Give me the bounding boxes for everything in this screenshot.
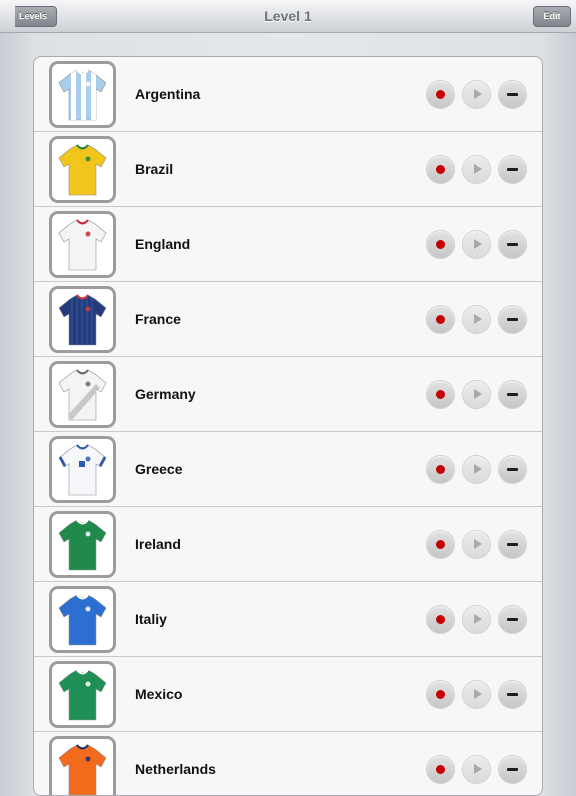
play-icon	[474, 164, 482, 174]
play-button[interactable]	[463, 156, 490, 183]
record-button[interactable]	[427, 531, 454, 558]
mexico-jersey-icon	[49, 661, 116, 728]
team-row[interactable]: Brazil	[34, 132, 542, 207]
france-jersey-icon	[49, 286, 116, 353]
team-row[interactable]: France	[34, 282, 542, 357]
greece-jersey-icon	[49, 436, 116, 503]
record-button[interactable]	[427, 606, 454, 633]
play-button[interactable]	[463, 231, 490, 258]
team-name: Greece	[135, 461, 183, 477]
play-icon	[474, 614, 482, 624]
netherlands-jersey-icon	[49, 736, 116, 795]
team-list: Argentina Brazil England France Germany Greec…	[33, 56, 543, 796]
argentina-jersey-icon	[49, 61, 116, 128]
remove-button[interactable]	[499, 381, 526, 408]
minus-icon	[507, 468, 518, 471]
team-name: Germany	[135, 386, 196, 402]
minus-icon	[507, 543, 518, 546]
play-icon	[474, 314, 482, 324]
record-button[interactable]	[427, 381, 454, 408]
germany-jersey-icon	[49, 361, 116, 428]
england-jersey-icon	[49, 211, 116, 278]
team-row[interactable]: Ireland	[34, 507, 542, 582]
team-row[interactable]: Netherlands	[34, 732, 542, 795]
play-button[interactable]	[463, 81, 490, 108]
record-icon	[436, 390, 445, 399]
remove-button[interactable]	[499, 306, 526, 333]
minus-icon	[507, 693, 518, 696]
team-row[interactable]: Italiy	[34, 582, 542, 657]
team-name: Argentina	[135, 86, 201, 102]
remove-button[interactable]	[499, 156, 526, 183]
minus-icon	[507, 93, 518, 96]
play-icon	[474, 89, 482, 99]
team-row[interactable]: Mexico	[34, 657, 542, 732]
record-icon	[436, 90, 445, 99]
play-button[interactable]	[463, 456, 490, 483]
play-icon	[474, 539, 482, 549]
team-row[interactable]: Greece	[34, 432, 542, 507]
team-name: Netherlands	[135, 761, 216, 777]
record-icon	[436, 540, 445, 549]
record-icon	[436, 240, 445, 249]
record-icon	[436, 765, 445, 774]
record-button[interactable]	[427, 231, 454, 258]
team-name: Ireland	[135, 536, 181, 552]
minus-icon	[507, 318, 518, 321]
team-row[interactable]: Germany	[34, 357, 542, 432]
play-button[interactable]	[463, 756, 490, 783]
minus-icon	[507, 243, 518, 246]
team-name: Italiy	[135, 611, 167, 627]
team-name: England	[135, 236, 191, 252]
remove-button[interactable]	[499, 81, 526, 108]
team-row[interactable]: Argentina	[34, 57, 542, 132]
minus-icon	[507, 168, 518, 171]
play-icon	[474, 464, 482, 474]
ireland-jersey-icon	[49, 511, 116, 578]
brazil-jersey-icon	[49, 136, 116, 203]
record-icon	[436, 465, 445, 474]
team-name: Brazil	[135, 161, 174, 177]
remove-button[interactable]	[499, 231, 526, 258]
italy-jersey-icon	[49, 586, 116, 653]
record-button[interactable]	[427, 81, 454, 108]
play-icon	[474, 764, 482, 774]
team-row[interactable]: England	[34, 207, 542, 282]
minus-icon	[507, 618, 518, 621]
record-icon	[436, 165, 445, 174]
record-button[interactable]	[427, 306, 454, 333]
remove-button[interactable]	[499, 531, 526, 558]
play-button[interactable]	[463, 306, 490, 333]
remove-button[interactable]	[499, 456, 526, 483]
remove-button[interactable]	[499, 606, 526, 633]
play-icon	[474, 689, 482, 699]
team-name: France	[135, 311, 181, 327]
minus-icon	[507, 393, 518, 396]
page-title: Level 1	[264, 8, 312, 24]
edit-button[interactable]: Edit	[533, 6, 571, 27]
minus-icon	[507, 768, 518, 771]
record-icon	[436, 690, 445, 699]
play-icon	[474, 239, 482, 249]
record-button[interactable]	[427, 456, 454, 483]
remove-button[interactable]	[499, 681, 526, 708]
navigation-bar: Levels Level 1 Edit	[0, 0, 576, 33]
play-button[interactable]	[463, 381, 490, 408]
play-button[interactable]	[463, 681, 490, 708]
record-icon	[436, 315, 445, 324]
team-name: Mexico	[135, 686, 183, 702]
play-icon	[474, 389, 482, 399]
remove-button[interactable]	[499, 756, 526, 783]
play-button[interactable]	[463, 531, 490, 558]
record-button[interactable]	[427, 156, 454, 183]
record-icon	[436, 615, 445, 624]
play-button[interactable]	[463, 606, 490, 633]
record-button[interactable]	[427, 756, 454, 783]
record-button[interactable]	[427, 681, 454, 708]
